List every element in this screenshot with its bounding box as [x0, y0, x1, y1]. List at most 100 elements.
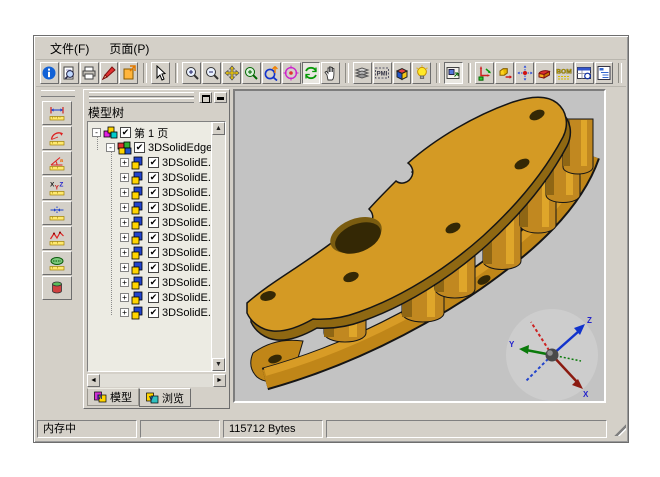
orbit-icon[interactable] [262, 62, 281, 84]
report-table-icon[interactable] [575, 62, 594, 84]
scroll-right-icon[interactable]: ► [213, 374, 226, 387]
measure-area-icon[interactable] [42, 251, 72, 275]
tree-row-part[interactable]: 3DSolidE. [90, 290, 211, 305]
expand-toggle-icon[interactable] [120, 158, 129, 167]
menu-item[interactable]: 页面(P) [101, 38, 157, 59]
tree-row-part[interactable]: 3DSolidE. [90, 245, 211, 260]
scroll-down-icon[interactable]: ▼ [212, 358, 225, 371]
tree-row-part[interactable]: 3DSolidE. [90, 155, 211, 170]
3d-viewport[interactable]: Z X Y [233, 89, 606, 403]
expand-toggle-icon[interactable] [120, 248, 129, 257]
zoom-in-icon[interactable] [182, 62, 201, 84]
explode-icon[interactable] [515, 62, 534, 84]
markup-pencil-icon[interactable] [100, 62, 119, 84]
print-preview-icon[interactable] [60, 62, 79, 84]
spin-icon[interactable] [302, 62, 321, 84]
menu-item[interactable]: 文件(F) [42, 38, 97, 59]
tree-row-page[interactable]: 第 1 页 [90, 125, 211, 140]
view-cube-icon[interactable] [393, 62, 412, 84]
svg-text:V: V [149, 395, 154, 402]
resize-grip-icon[interactable] [612, 422, 626, 436]
light-icon[interactable] [412, 62, 431, 84]
measure-angle-icon[interactable]: a [42, 151, 72, 175]
select-cursor-icon[interactable] [151, 62, 170, 84]
expand-toggle-icon[interactable] [120, 293, 129, 302]
visibility-checkbox[interactable] [134, 142, 145, 153]
visibility-checkbox[interactable] [148, 157, 159, 168]
move-part-icon[interactable] [495, 62, 514, 84]
expand-toggle-icon[interactable] [120, 278, 129, 287]
rotate-target-icon[interactable] [282, 62, 301, 84]
tree-horizontal-scrollbar[interactable]: ◄ ► [87, 374, 226, 387]
visibility-checkbox[interactable] [148, 307, 159, 318]
scroll-left-icon[interactable]: ◄ [87, 374, 100, 387]
measure-volume-icon[interactable] [42, 276, 72, 300]
visibility-checkbox[interactable] [148, 247, 159, 258]
expand-toggle-icon[interactable] [120, 188, 129, 197]
zoom-out-icon[interactable] [202, 62, 221, 84]
part-cubes-icon [131, 171, 146, 185]
visibility-checkbox[interactable] [148, 187, 159, 198]
zoom-window-icon[interactable] [242, 62, 261, 84]
info-icon[interactable] [40, 62, 59, 84]
visibility-checkbox[interactable] [148, 217, 159, 228]
export-page-icon[interactable] [119, 62, 138, 84]
tree-row-part[interactable]: 3DSolidE. [90, 215, 211, 230]
tree-row-part[interactable]: 3DSolidE. [90, 185, 211, 200]
tree-row-part[interactable]: 3DSolidE. [90, 230, 211, 245]
part-cubes-icon [131, 216, 146, 230]
scroll-up-icon[interactable]: ▲ [212, 122, 225, 135]
measure-curve-icon[interactable] [42, 226, 72, 250]
measure-radius-icon[interactable] [42, 126, 72, 150]
toolbar-separator [618, 63, 622, 83]
hand-pan-icon[interactable] [321, 62, 340, 84]
image-frame-icon[interactable] [444, 62, 463, 84]
collapse-toggle-icon[interactable] [106, 143, 115, 152]
collapse-toggle-icon[interactable] [92, 128, 101, 137]
visibility-checkbox[interactable] [148, 292, 159, 303]
measure-xyz-icon[interactable]: XYZ [42, 176, 72, 200]
expand-toggle-icon[interactable] [120, 203, 129, 212]
expand-toggle-icon[interactable] [120, 218, 129, 227]
tree-row-part[interactable]: 3DSolidE. [90, 275, 211, 290]
tree-row-assembly[interactable]: 3DSolidEdge. [90, 140, 211, 155]
expand-toggle-icon[interactable] [120, 308, 129, 317]
bom-icon[interactable]: BOM [555, 62, 574, 84]
tree-row-part[interactable]: 3DSolidE. [90, 170, 211, 185]
tree-list-icon[interactable] [595, 62, 614, 84]
expand-toggle-icon[interactable] [120, 263, 129, 272]
measure-distance-icon[interactable] [42, 101, 72, 125]
section-wedge-icon[interactable] [535, 62, 554, 84]
pan-icon[interactable] [222, 62, 241, 84]
toolbar-grip[interactable] [41, 90, 75, 97]
visibility-checkbox[interactable] [120, 127, 131, 138]
expand-toggle-icon[interactable] [120, 173, 129, 182]
visibility-checkbox[interactable] [148, 277, 159, 288]
toolbar-separator [436, 63, 440, 83]
tree-item-label: 3DSolidEdge. [148, 142, 215, 154]
layers-icon[interactable] [353, 62, 372, 84]
menu-bar: 文件(F)页面(P) [36, 38, 626, 60]
visibility-checkbox[interactable] [148, 202, 159, 213]
print-icon[interactable] [80, 62, 99, 84]
visibility-checkbox[interactable] [148, 172, 159, 183]
tree-row-part[interactable]: 3DSolidE. [90, 260, 211, 275]
visibility-checkbox[interactable] [148, 232, 159, 243]
tree-item-label: 3DSolidE. [162, 187, 211, 199]
tab-model[interactable]: M 模型 [87, 388, 139, 406]
tree-row-part[interactable]: 3DSolidE. [90, 200, 211, 215]
part-cubes-icon [131, 156, 146, 170]
pmi-icon[interactable]: PMI [373, 62, 392, 84]
panel-float-button[interactable] [199, 92, 212, 103]
tree-vertical-scrollbar[interactable]: ▲ ▼ [211, 122, 225, 371]
visibility-checkbox[interactable] [148, 262, 159, 273]
tree-item-label: 3DSolidE. [162, 172, 211, 184]
panel-hide-button[interactable] [214, 92, 227, 103]
panel-grip[interactable] [89, 92, 194, 103]
tree-row-part[interactable]: 3DSolidE. [90, 305, 211, 320]
panel-title-bar[interactable] [84, 90, 229, 105]
assembly-transform-icon[interactable] [475, 62, 494, 84]
expand-toggle-icon[interactable] [120, 233, 129, 242]
tab-browse[interactable]: V 浏览 [139, 388, 191, 407]
measure-gap-icon[interactable] [42, 201, 72, 225]
